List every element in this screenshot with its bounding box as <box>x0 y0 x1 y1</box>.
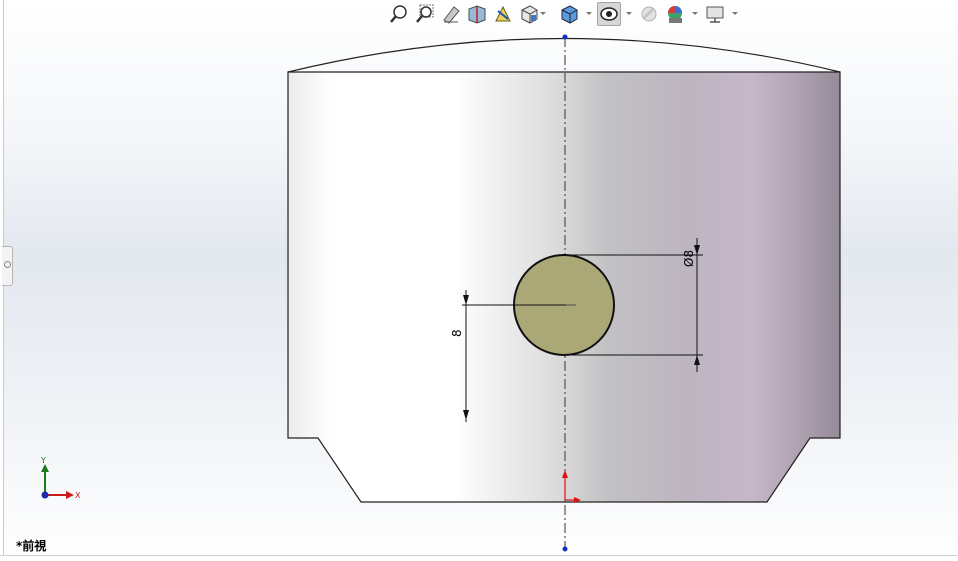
linear-dimension-text: 8 <box>450 329 464 337</box>
axis-end-point-top <box>562 34 568 40</box>
viewport-bottom-border <box>0 555 958 561</box>
axis-end-point-bottom <box>562 546 568 552</box>
triad-y-label: Y <box>40 456 46 465</box>
view-orientation-label: *前視 <box>16 539 47 553</box>
top-cap-arc <box>287 37 841 73</box>
reference-triad: Y X <box>40 456 81 500</box>
triad-x-label: X <box>75 491 81 500</box>
diameter-dimension-text: Ø8 <box>682 250 696 267</box>
model-viewport[interactable]: Ø8 8 Y X <box>0 0 958 560</box>
